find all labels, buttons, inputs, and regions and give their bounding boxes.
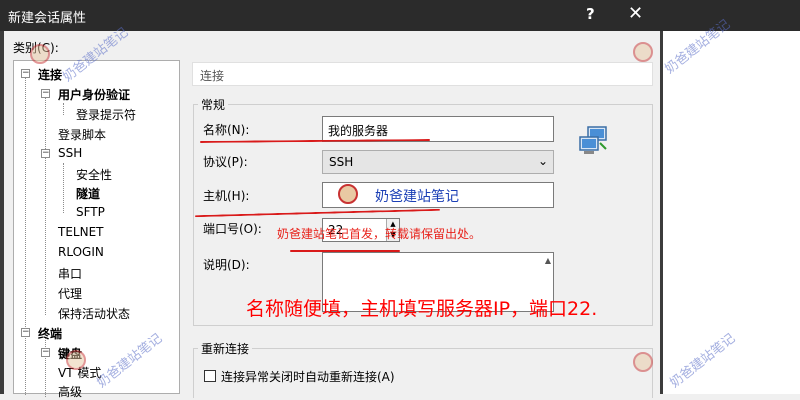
protocol-select-value: SSH — [329, 155, 354, 169]
name-label: 名称(N): — [203, 123, 250, 137]
collapse-icon[interactable]: − — [21, 328, 30, 337]
watermark-avatar-icon — [66, 350, 86, 370]
tree-item-ssh[interactable]: SSH — [58, 146, 82, 160]
tree-line — [63, 103, 64, 115]
watermark-host-text: 奶爸建站笔记 — [375, 189, 459, 205]
panel-header: 连接 — [192, 62, 653, 86]
annotation-instruction: 名称随便填，主机填写服务器IP，端口22. — [246, 298, 598, 320]
tree-item-serial[interactable]: 串口 — [58, 265, 82, 282]
protocol-select[interactable]: SSH ⌄ — [322, 150, 554, 174]
scroll-up-icon[interactable]: ▲ — [545, 256, 551, 265]
auto-reconnect-checkbox[interactable] — [204, 370, 216, 382]
port-label: 端口号(O): — [203, 222, 262, 236]
tree-item-auth[interactable]: 用户身份验证 — [58, 86, 130, 103]
watermark-avatar-icon — [633, 352, 653, 372]
description-label: 说明(D): — [203, 258, 250, 272]
window-left-border — [0, 31, 4, 394]
name-input-value: 我的服务器 — [328, 124, 389, 138]
chevron-down-icon: ⌄ — [537, 154, 548, 168]
panel-header-title: 连接 — [200, 69, 225, 83]
tree-item-security[interactable]: 安全性 — [76, 166, 112, 183]
protocol-label: 协议(P): — [203, 155, 248, 169]
annotation-note: 奶爸建站笔记首发，转载请保留出处。 — [277, 227, 482, 241]
tree-item-telnet[interactable]: TELNET — [58, 225, 104, 239]
watermark-avatar-icon — [338, 184, 358, 204]
collapse-icon[interactable]: − — [41, 348, 50, 357]
annotation-underline — [290, 250, 400, 252]
name-input[interactable]: 我的服务器 — [322, 116, 554, 142]
tree-item-advanced[interactable]: 高级 — [58, 383, 82, 400]
tree-item-terminal[interactable]: 终端 — [38, 325, 62, 342]
window-title: 新建会话属性 — [8, 11, 87, 26]
host-label: 主机(H): — [203, 189, 250, 203]
tree-item-tunnel[interactable]: 隧道 — [76, 185, 100, 202]
collapse-icon[interactable]: − — [41, 149, 50, 158]
network-connection-icon — [579, 126, 607, 154]
collapse-icon[interactable]: − — [21, 69, 30, 78]
close-button[interactable]: ✕ — [628, 3, 643, 24]
help-button[interactable]: ? — [586, 5, 595, 23]
tree-item-login-script[interactable]: 登录脚本 — [58, 126, 106, 143]
tree-line — [45, 95, 46, 315]
tree-item-login-prompt[interactable]: 登录提示符 — [76, 106, 136, 123]
tree-line — [45, 337, 46, 397]
tree-item-sftp[interactable]: SFTP — [76, 205, 105, 219]
collapse-icon[interactable]: − — [41, 89, 50, 98]
watermark-avatar-icon — [30, 44, 50, 64]
reconnect-group-title: 重新连接 — [198, 340, 253, 357]
watermark-avatar-icon — [633, 42, 653, 62]
tree-item-keepalive[interactable]: 保持活动状态 — [58, 305, 130, 322]
tree-line — [25, 75, 26, 395]
auto-reconnect-label: 连接异常关闭时自动重新连接(A) — [221, 370, 395, 384]
tree-line — [63, 163, 64, 213]
tree-item-proxy[interactable]: 代理 — [58, 285, 82, 302]
general-group-title: 常规 — [198, 96, 229, 113]
tree-item-rlogin[interactable]: RLOGIN — [58, 245, 104, 259]
